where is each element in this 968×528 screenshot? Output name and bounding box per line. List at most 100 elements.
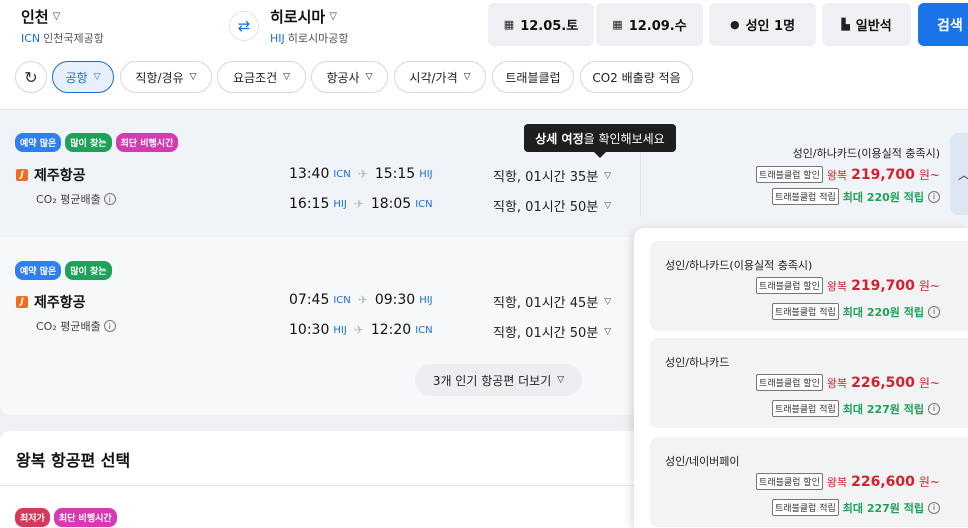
earn-tag: 트래블클럽 적립 <box>771 188 839 205</box>
price-summary[interactable]: 성인/하나카드(이용실적 충족시) 트래블클럽 할인 왕복 219,700 원~ … <box>756 145 940 205</box>
filter-label: 직항/경유 <box>135 70 184 85</box>
origin-selector[interactable]: 인천 ▽ ICN 인천국제공항 <box>21 6 104 46</box>
destination-selector[interactable]: 히로시마 ▽ HIJ 히로시마공항 <box>270 6 349 46</box>
show-more-label: 3개 인기 항공편 더보기 <box>432 373 552 388</box>
duration-toggle[interactable]: 직항, 01시간 50분 ▽ <box>493 322 611 341</box>
price-title: 성인/하나카드(이용실적 충족시) <box>792 147 940 160</box>
tooltip-text: 을 확인해보세요 <box>583 131 665 146</box>
round-trip-label: 왕복 <box>826 475 848 489</box>
plane-icon: ✈ <box>353 323 364 337</box>
duration: 직항, 01시간 50분 <box>493 200 599 215</box>
destination-code: HIJ <box>270 32 285 45</box>
arr-time: 09:30 <box>374 292 416 308</box>
earn-tag: 트래블클럽 적립 <box>771 400 839 417</box>
price-option[interactable]: 성인/네이버페이 트래블클럽 할인 왕복 226,600 원~ 트래블클럽 적립 … <box>650 437 968 527</box>
dep-time: 07:45 <box>289 292 330 308</box>
badge-group: 예약 많은 많이 찾는 최단 비행시간 <box>15 133 179 152</box>
discount-tag: 트래블클럽 할인 <box>756 277 823 294</box>
filter-time-price[interactable]: 시각/가격 ▽ <box>394 61 486 93</box>
filter-travel-club[interactable]: 트래블클럽 <box>492 61 574 93</box>
badge-group: 최저가 최단 비행시간 <box>15 508 117 527</box>
price-option[interactable]: 성인/하나카드 트래블클럽 할인 왕복 226,500 원~ 트래블클럽 적립 최… <box>650 338 968 428</box>
show-more-button[interactable]: 3개 인기 항공편 더보기 ▽ <box>415 364 582 396</box>
filter-fare[interactable]: 요금조건 ▽ <box>217 61 306 93</box>
arr-airport: ICN <box>415 324 433 336</box>
return-date-button[interactable]: ▦ 12.09.수 <box>596 3 703 46</box>
duration-toggle[interactable]: 직항, 01시간 45분 ▽ <box>493 292 611 311</box>
earn-amount: 최대 227원 적립 <box>842 402 924 416</box>
round-trip-label: 왕복 <box>826 279 848 293</box>
filter-label: 요금조건 <box>232 70 278 85</box>
airline: J 제주항공 <box>16 165 86 185</box>
dep-time: 13:40 <box>289 166 330 182</box>
swap-route-button[interactable]: ⇄ <box>229 11 259 41</box>
jejuair-logo-icon: J <box>16 169 28 181</box>
chevron-down-icon: ▽ <box>189 72 197 82</box>
filter-airport[interactable]: 공항 ▽ <box>52 61 114 93</box>
origin-airport: 인천국제공항 <box>43 32 104 45</box>
chevron-down-icon: ▽ <box>283 72 291 82</box>
option-title: 성인/하나카드 <box>665 356 730 369</box>
duration-toggle[interactable]: 직항, 01시간 35분 ▽ <box>493 166 611 185</box>
chevron-up-icon: ︿ <box>958 166 968 183</box>
plane-icon: ✈ <box>357 167 368 181</box>
earn-amount: 최대 220원 적립 <box>842 190 924 204</box>
origin-code: ICN <box>21 32 41 45</box>
badge: 예약 많은 <box>15 261 62 280</box>
duration-toggle[interactable]: 직항, 01시간 50분 ▽ <box>493 196 611 215</box>
flight-leg: 16:15 HIJ ✈ 18:05 ICN <box>289 196 433 212</box>
calendar-icon: ▦ <box>612 18 623 31</box>
section-title: 왕복 항공편 선택 <box>16 451 131 470</box>
search-button[interactable]: 검색 <box>918 3 968 46</box>
dep-time: 16:15 <box>289 196 330 212</box>
price-option[interactable]: 성인/하나카드(이용실적 충족시) 트래블클럽 할인 왕복 219,700 원~ … <box>650 241 968 331</box>
badge: 많이 찾는 <box>65 261 112 280</box>
chevron-down-icon: ▽ <box>93 72 101 82</box>
passengers: 성인 1명 <box>745 19 796 34</box>
chevron-down-icon: ▽ <box>52 11 61 22</box>
seat-icon: ▙ <box>841 18 850 31</box>
dep-time: 10:30 <box>289 322 330 338</box>
earn-amount: 최대 227원 적립 <box>842 501 924 515</box>
tooltip: 상세 여정 을 확인해보세요 <box>524 124 676 158</box>
co2-info[interactable]: CO₂ 평균배출 i <box>36 191 116 207</box>
info-icon: i <box>103 320 116 332</box>
round-trip-label: 왕복 <box>826 376 848 390</box>
passengers-button[interactable]: ● 성인 1명 <box>709 3 816 46</box>
earn-tag: 트래블클럽 적립 <box>771 499 839 516</box>
currency: 원~ <box>918 376 940 390</box>
co2-info[interactable]: CO₂ 평균배출 i <box>36 318 116 334</box>
destination-name: 히로시마 <box>270 8 326 26</box>
info-icon: i <box>103 193 116 205</box>
badge: 최저가 <box>15 508 50 527</box>
badge: 최단 비행시간 <box>115 133 179 152</box>
collapse-prices-button[interactable]: ︿ <box>950 133 968 215</box>
arr-airport: HIJ <box>419 294 433 306</box>
refresh-button[interactable]: ↻ <box>15 61 47 93</box>
option-title: 성인/하나카드(이용실적 충족시) <box>665 259 813 272</box>
filter-label: 시각/가격 <box>409 70 458 85</box>
depart-date-button[interactable]: ▦ 12.05.토 <box>488 3 594 46</box>
arr-time: 15:15 <box>374 166 416 182</box>
plane-icon: ✈ <box>353 197 364 211</box>
filter-bar: ↻ 공항 ▽ 직항/경유 ▽ 요금조건 ▽ 항공사 ▽ 시각/가격 ▽ 트래블클럽 CO2… <box>0 60 968 94</box>
arr-time: 18:05 <box>370 196 412 212</box>
swap-icon: ⇄ <box>237 17 251 35</box>
person-icon: ● <box>729 18 740 31</box>
jejuair-logo-icon: J <box>16 296 28 308</box>
dep-airport: ICN <box>333 294 351 306</box>
filter-label: 공항 <box>65 70 88 85</box>
price-amount: 219,700 <box>851 166 915 183</box>
discount-tag: 트래블클럽 할인 <box>756 473 823 490</box>
badge: 예약 많은 <box>15 133 62 152</box>
info-icon: i <box>928 402 940 415</box>
filter-co2[interactable]: CO2 배출량 적음 <box>580 61 693 93</box>
round-trip-label: 왕복 <box>826 168 848 182</box>
filter-direct[interactable]: 직항/경유 ▽ <box>120 61 212 93</box>
return-date: 12.09.수 <box>628 19 687 34</box>
cabin-button[interactable]: ▙ 일반석 <box>822 3 911 46</box>
filter-label: CO2 배출량 적음 <box>592 70 681 85</box>
filter-airline[interactable]: 항공사 ▽ <box>311 61 388 93</box>
info-icon: i <box>928 501 940 514</box>
badge: 많이 찾는 <box>65 133 112 152</box>
